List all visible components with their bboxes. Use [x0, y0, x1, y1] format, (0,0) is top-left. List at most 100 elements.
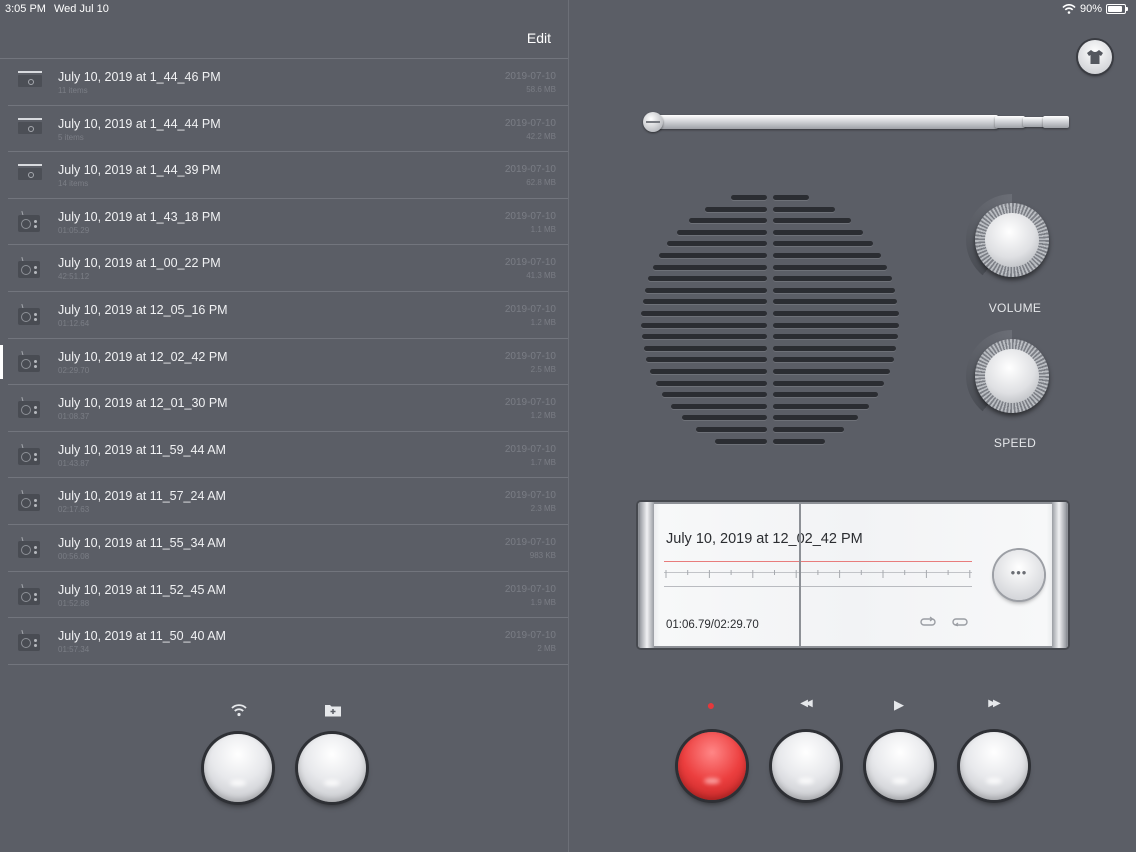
folder-icon: [18, 164, 42, 186]
row-subtitle: 00:56.08: [58, 551, 90, 561]
new-folder-button[interactable]: [298, 734, 366, 802]
speaker-slot: [773, 206, 835, 212]
speaker-slot: [773, 229, 864, 235]
folder-row[interactable]: July 10, 2019 at 1_44_46 PM 11 items 2019-…: [8, 59, 568, 106]
speaker-slot: [773, 195, 810, 200]
recordings-list: July 10, 2019 at 1_44_46 PM 11 items 2019-…: [0, 58, 568, 665]
recording-row[interactable]: July 10, 2019 at 11_50_40 AM 01:57.34 2019…: [8, 618, 568, 665]
recording-row[interactable]: July 10, 2019 at 12_05_16 PM 01:12.64 2019…: [8, 292, 568, 339]
row-subtitle: 01:52.88: [58, 598, 90, 608]
wifi-icon: [231, 704, 247, 717]
rewind-button[interactable]: [772, 732, 840, 800]
row-size: 983 KB: [529, 550, 556, 560]
speed-knob[interactable]: [975, 339, 1049, 413]
row-subtitle: 02:29.70: [58, 365, 90, 375]
row-title: July 10, 2019 at 12_01_30 PM: [58, 396, 228, 411]
radio-icon: [18, 536, 42, 559]
speaker-slot: [715, 438, 767, 444]
record-icon: ●: [706, 697, 716, 713]
repeat-icon[interactable]: [920, 616, 936, 628]
speaker-slot: [773, 253, 881, 258]
speaker-slot: [641, 322, 767, 328]
more-button[interactable]: •••: [994, 550, 1044, 600]
row-date: 2019-07-10: [504, 117, 556, 129]
folder-icon: [18, 117, 42, 140]
speaker-slot: [676, 229, 767, 235]
row-date: 2019-07-10: [504, 350, 556, 362]
speaker-slot: [773, 369, 890, 374]
row-size: 62.8 MB: [526, 178, 556, 188]
battery-fill: [1108, 6, 1123, 12]
recordings-panel: Edit July 10, 2019 at 1_44_46 PM 11 items…: [0, 0, 568, 852]
speaker-slot: [681, 415, 767, 421]
speaker-grille: [636, 192, 904, 448]
recording-row[interactable]: July 10, 2019 at 1_43_18 PM 01:05.29 2019-…: [8, 199, 568, 246]
row-size: 41.3 MB: [526, 271, 556, 281]
row-title: July 10, 2019 at 1_44_46 PM: [58, 70, 221, 84]
wifi-status-icon: [1062, 4, 1076, 14]
row-date: 2019-07-10: [504, 490, 556, 502]
speaker-slot: [773, 438, 825, 444]
row-title: July 10, 2019 at 11_59_44 AM: [58, 442, 226, 457]
volume-label: VOLUME: [988, 301, 1042, 315]
recording-row[interactable]: July 10, 2019 at 11_52_45 AM 01:52.88 2019…: [8, 572, 568, 619]
folder-row[interactable]: July 10, 2019 at 1_44_39 PM 14 items 2019-…: [8, 152, 568, 199]
speaker-slot: [773, 287, 895, 293]
row-date: 2019-07-10: [504, 210, 556, 222]
speaker-slot: [642, 299, 767, 305]
speaker-slot: [773, 322, 899, 328]
row-title: July 10, 2019 at 11_50_40 AM: [58, 629, 226, 644]
volume-knob[interactable]: [975, 203, 1049, 277]
radio-icon: [18, 443, 42, 466]
speaker-slot: [671, 403, 767, 409]
recording-row[interactable]: July 10, 2019 at 11_59_44 AM 01:43.87 2019…: [8, 432, 568, 479]
speaker-slot: [730, 195, 767, 200]
playhead-needle[interactable]: [799, 502, 801, 648]
speaker-slot: [688, 218, 767, 224]
speaker-slot: [773, 357, 894, 363]
radio-icon: [18, 490, 42, 512]
speaker-slot: [773, 299, 898, 305]
wifi-transfer-button[interactable]: [204, 734, 272, 802]
row-size: 1.7 MB: [530, 457, 556, 467]
radio-icon: [18, 397, 42, 419]
recording-row[interactable]: July 10, 2019 at 12_02_42 PM 02:29.70 2019…: [0, 339, 568, 386]
row-date: 2019-07-10: [504, 536, 556, 548]
record-button[interactable]: [678, 732, 746, 800]
row-title: July 10, 2019 at 11_52_45 AM: [58, 582, 226, 597]
recording-row[interactable]: July 10, 2019 at 1_00_22 PM 42:51.12 2019-…: [8, 245, 568, 292]
speaker-slot: [641, 334, 767, 340]
play-button[interactable]: [866, 732, 934, 800]
theme-button[interactable]: [1078, 40, 1112, 74]
antenna-cap: [643, 112, 663, 132]
tuning-line-lower: [664, 586, 972, 587]
speaker-slot: [650, 369, 767, 374]
row-title: July 10, 2019 at 12_05_16 PM: [58, 302, 228, 317]
fast-forward-button[interactable]: [960, 732, 1028, 800]
edit-button[interactable]: Edit: [527, 30, 551, 46]
recording-row[interactable]: July 10, 2019 at 11_57_24 AM 02:17.63 2019…: [8, 478, 568, 525]
row-size: 1.1 MB: [530, 224, 556, 234]
speaker-slot: [641, 311, 767, 316]
repeat-one-icon[interactable]: [952, 616, 968, 628]
recording-row[interactable]: July 10, 2019 at 12_01_30 PM 01:08.37 2019…: [8, 385, 568, 432]
row-date: 2019-07-10: [504, 71, 556, 82]
row-subtitle: 42:51.12: [58, 272, 90, 282]
row-size: 2.5 MB: [530, 364, 556, 374]
speed-knob-wrap: [966, 330, 1058, 422]
speaker-slot: [773, 415, 859, 421]
speed-label: SPEED: [993, 436, 1037, 450]
speaker-slot: [773, 334, 899, 340]
folder-row[interactable]: July 10, 2019 at 1_44_44 PM 5 items 2019-0…: [8, 106, 568, 153]
speaker-slot: [646, 357, 767, 363]
tuning-ticks: [665, 570, 971, 578]
row-title: July 10, 2019 at 11_55_34 AM: [58, 535, 226, 550]
radio-icon: [18, 210, 42, 233]
recording-row[interactable]: July 10, 2019 at 11_55_34 AM 00:56.08 2019…: [8, 525, 568, 572]
row-subtitle: 14 items: [58, 179, 89, 189]
speaker-slot: [659, 253, 767, 258]
row-size: 1.2 MB: [530, 411, 556, 421]
volume-knob-wrap: [966, 194, 1058, 286]
more-dots: •••: [1010, 565, 1028, 580]
antenna-rod-2: [995, 116, 1025, 128]
